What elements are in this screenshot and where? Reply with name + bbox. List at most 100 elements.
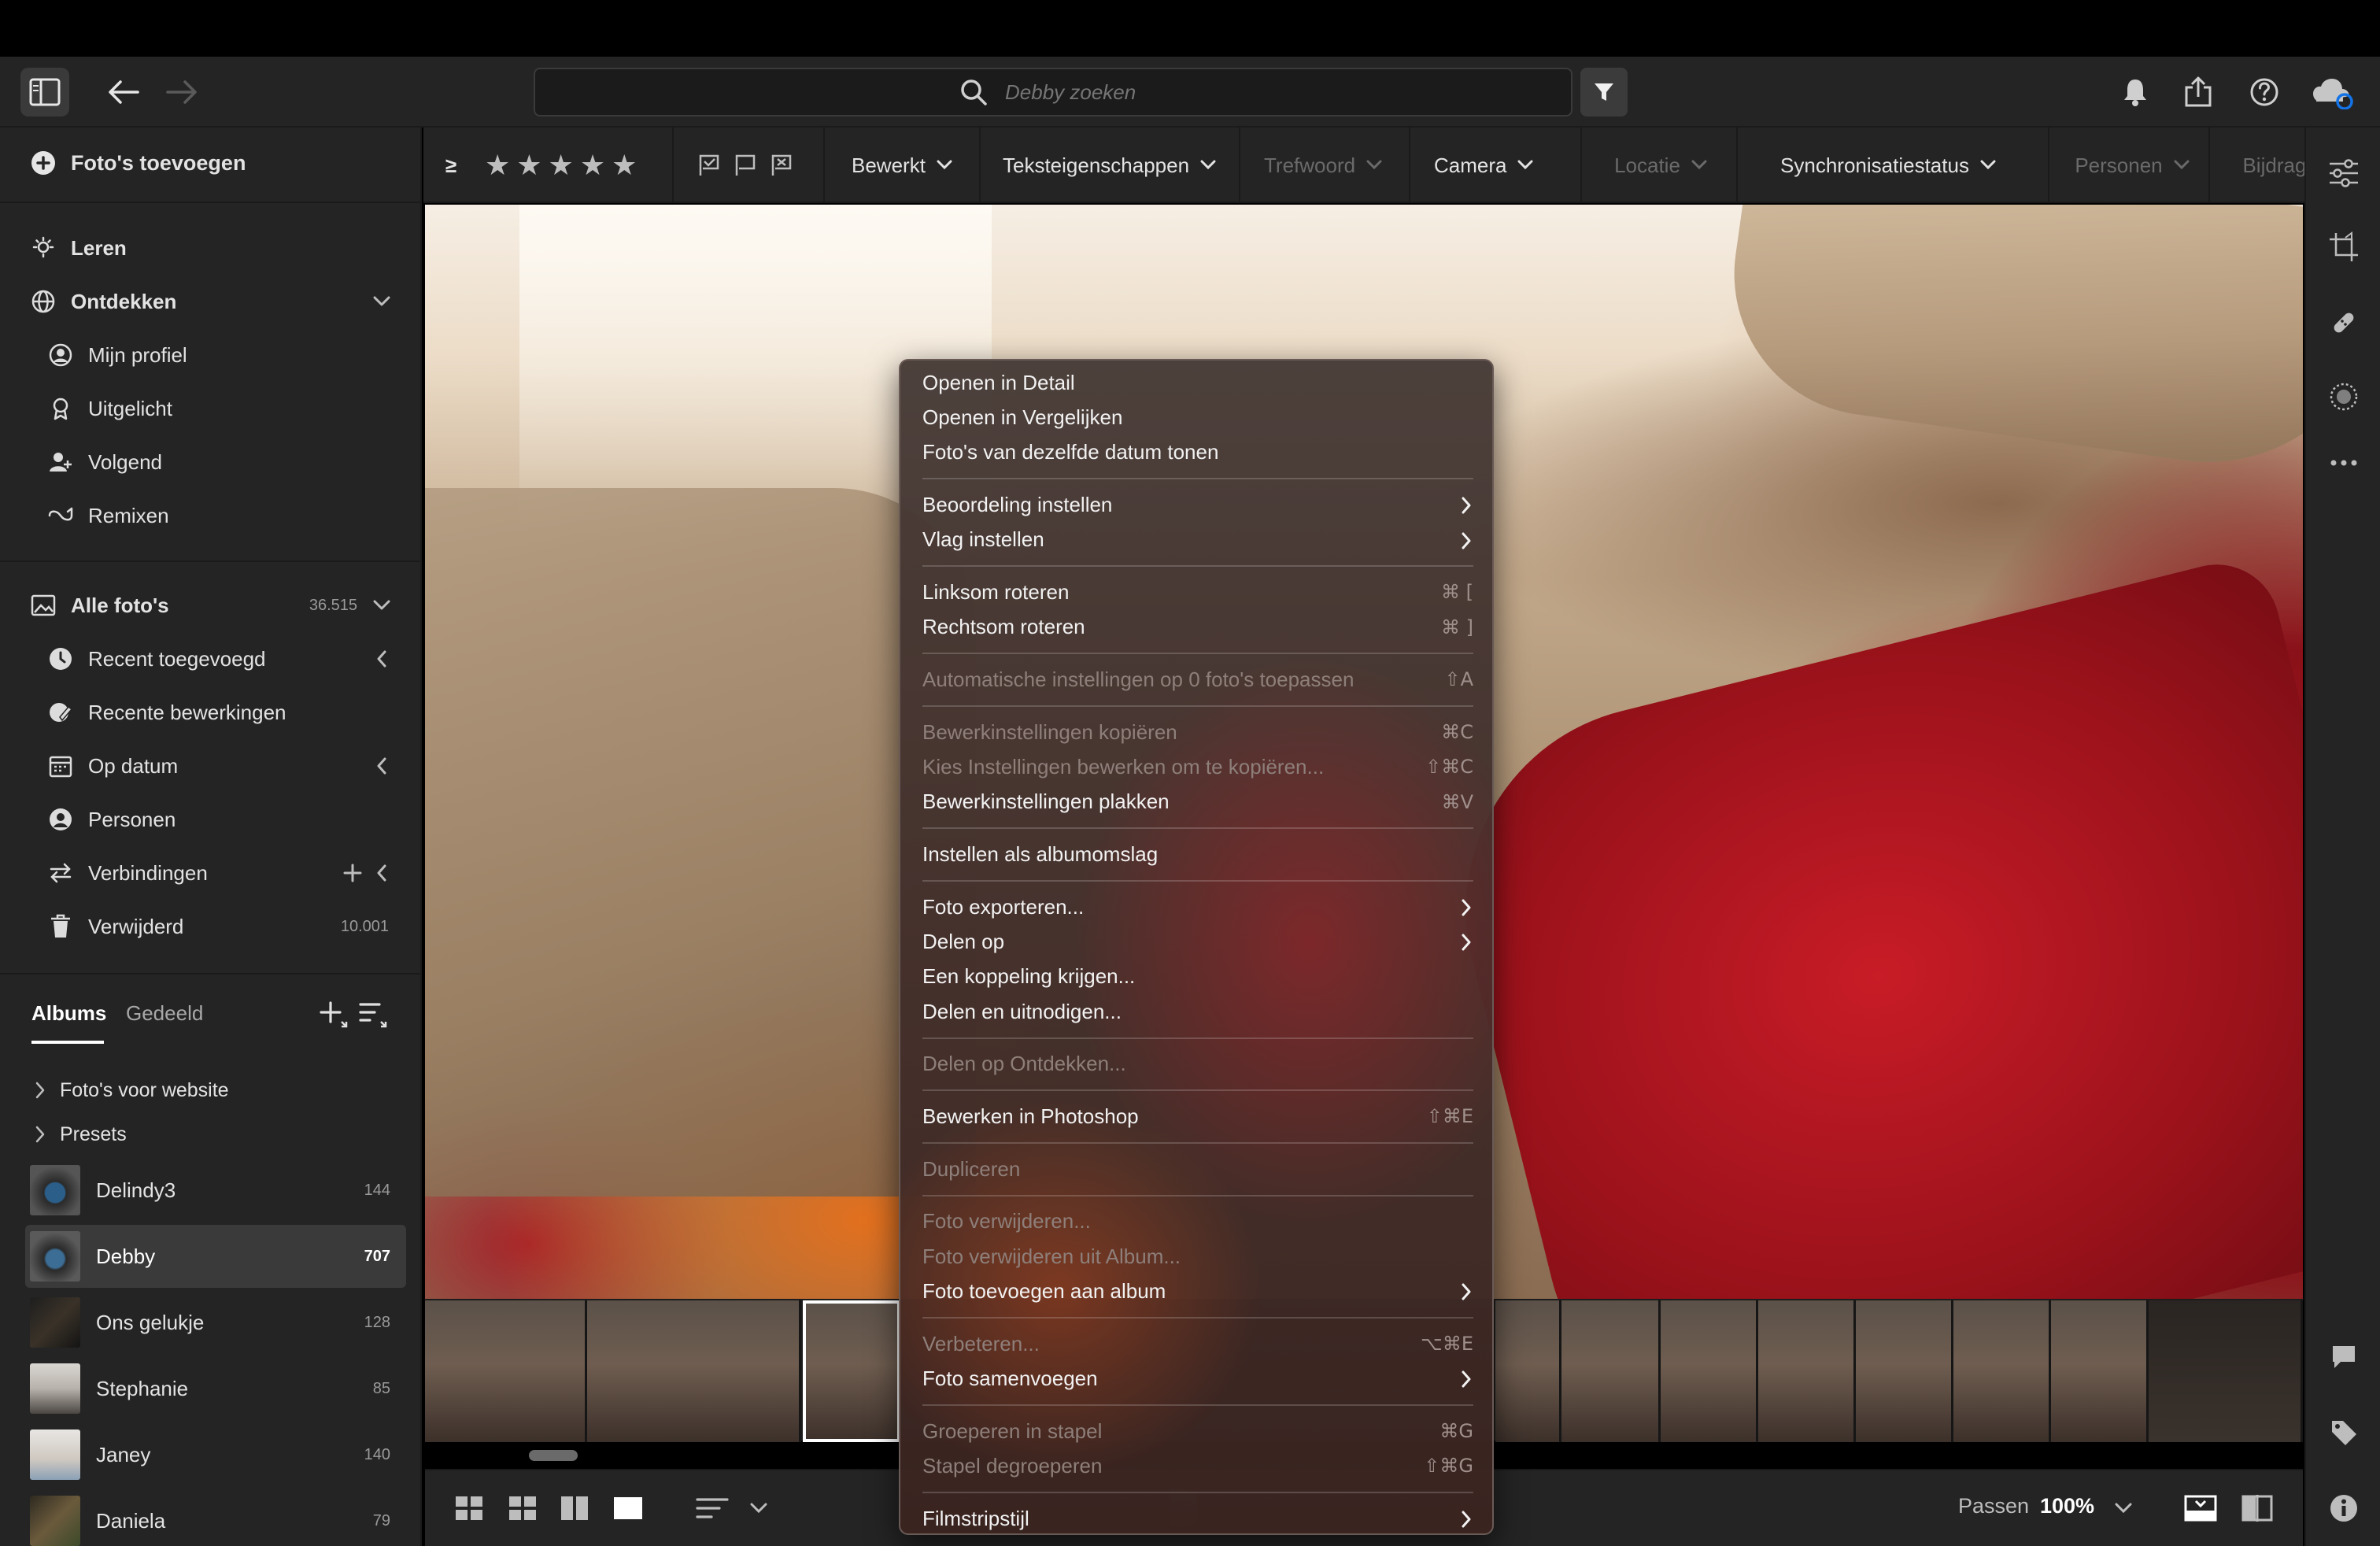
filter-camera[interactable]: Camera bbox=[1434, 128, 1533, 203]
menu-item[interactable]: Openen in Detail bbox=[922, 365, 1473, 400]
cloud-sync-button[interactable] bbox=[2308, 68, 2356, 117]
more-tools-button[interactable] bbox=[2326, 446, 2361, 480]
crop-button[interactable] bbox=[2326, 230, 2361, 264]
album-item[interactable]: Janey 140 bbox=[25, 1423, 406, 1486]
filter-people[interactable]: Personen bbox=[2051, 128, 2213, 203]
sort-dropdown[interactable] bbox=[743, 1492, 774, 1524]
plus-icon[interactable] bbox=[343, 864, 362, 882]
menu-item[interactable]: Foto exporteren... bbox=[922, 890, 1473, 924]
compare-view-button[interactable] bbox=[559, 1492, 590, 1524]
chevron-left-icon[interactable] bbox=[376, 757, 387, 775]
sidebar-item-discover[interactable]: Ontdekken bbox=[0, 276, 422, 327]
masking-button[interactable] bbox=[2326, 379, 2361, 414]
album-item[interactable]: Delindy3 144 bbox=[25, 1159, 406, 1222]
folder-item[interactable]: Presets bbox=[0, 1108, 422, 1160]
menu-item[interactable]: Delen op bbox=[922, 924, 1473, 959]
before-after-button[interactable] bbox=[2238, 1492, 2276, 1524]
chevron-left-icon[interactable] bbox=[376, 864, 387, 882]
filmstrip-scrollbar[interactable] bbox=[529, 1450, 578, 1461]
menu-item[interactable]: Beoordeling instellen bbox=[922, 487, 1473, 522]
filmstrip-thumbnail[interactable] bbox=[1953, 1300, 2051, 1442]
filter-edited[interactable]: Bewerkt bbox=[852, 128, 952, 203]
sort-button[interactable] bbox=[694, 1492, 732, 1524]
flag-picked-icon[interactable] bbox=[697, 153, 721, 177]
filmstrip-thumbnail[interactable] bbox=[587, 1300, 801, 1442]
sidebar-item-connections[interactable]: Verbindingen bbox=[0, 847, 422, 899]
menu-item[interactable]: Vlag instellen bbox=[922, 523, 1473, 557]
sidebar-item-remix[interactable]: Remixen bbox=[0, 490, 422, 542]
menu-item[interactable]: Linksom roteren ⌘ [ bbox=[922, 575, 1473, 609]
rating-operator[interactable]: ≥ bbox=[445, 128, 456, 203]
filter-keyword[interactable]: Trefwoord bbox=[1264, 128, 1382, 203]
photo-grid-view-button[interactable] bbox=[507, 1492, 538, 1524]
filmstrip-thumbnail[interactable] bbox=[2149, 1300, 2303, 1442]
chevron-right-icon[interactable] bbox=[35, 1082, 46, 1099]
chevron-right-icon[interactable] bbox=[35, 1126, 46, 1143]
menu-item[interactable]: Foto samenvoegen bbox=[922, 1361, 1473, 1396]
filmstrip-toggle-button[interactable] bbox=[2182, 1492, 2219, 1524]
chevron-down-icon[interactable] bbox=[373, 296, 390, 307]
menu-item[interactable]: Een koppeling krijgen... bbox=[922, 960, 1473, 994]
filmstrip-thumbnail[interactable] bbox=[1856, 1300, 1953, 1442]
comments-button[interactable] bbox=[2326, 1340, 2361, 1374]
share-button[interactable] bbox=[2174, 68, 2223, 117]
sidebar-item-following[interactable]: Volgend bbox=[0, 436, 422, 488]
flag-unflagged-icon[interactable] bbox=[734, 153, 757, 177]
filter-sync-status[interactable]: Synchronisatiestatus bbox=[1727, 128, 2049, 203]
filmstrip-thumbnail-selected[interactable] bbox=[803, 1300, 900, 1442]
square-grid-view-button[interactable] bbox=[453, 1492, 485, 1524]
album-item-selected[interactable]: Debby 707 bbox=[25, 1225, 406, 1288]
menu-item[interactable]: Filmstripstijl bbox=[922, 1501, 1473, 1536]
sidebar-item-recently-added[interactable]: Recent toegevoegd bbox=[0, 633, 422, 685]
tab-albums[interactable]: Albums bbox=[31, 1001, 106, 1026]
album-item[interactable]: Stephanie 85 bbox=[25, 1357, 406, 1420]
add-album-button[interactable] bbox=[320, 1000, 348, 1028]
detail-view-button[interactable] bbox=[612, 1492, 644, 1524]
flag-rejected-icon[interactable] bbox=[770, 153, 793, 177]
album-item[interactable]: Ons gelukje 128 bbox=[25, 1291, 406, 1354]
filmstrip-thumbnail[interactable] bbox=[1561, 1300, 1661, 1442]
chevron-left-icon[interactable] bbox=[376, 650, 387, 668]
help-button[interactable] bbox=[2240, 68, 2289, 117]
tab-shared[interactable]: Gedeeld bbox=[126, 1001, 203, 1026]
healing-button[interactable] bbox=[2326, 305, 2361, 340]
sidebar-item-all-photos[interactable]: Alle foto's 36.515 bbox=[0, 579, 422, 631]
filmstrip-thumbnail[interactable] bbox=[1495, 1300, 1561, 1442]
sidebar-item-learn[interactable]: Leren bbox=[0, 222, 422, 274]
sidebar-item-my-profile[interactable]: Mijn profiel bbox=[0, 329, 422, 381]
sidebar-item-deleted[interactable]: Verwijderd 10.001 bbox=[0, 901, 422, 952]
sidebar-toggle-button[interactable] bbox=[20, 68, 69, 117]
keywords-button[interactable] bbox=[2326, 1415, 2361, 1450]
zoom-dropdown[interactable] bbox=[2108, 1492, 2139, 1524]
sidebar-item-featured[interactable]: Uitgelicht bbox=[0, 383, 422, 435]
fit-label[interactable]: Passen bbox=[1958, 1494, 2029, 1518]
filmstrip-thumbnail[interactable] bbox=[2051, 1300, 2149, 1442]
filmstrip-thumbnail[interactable] bbox=[1758, 1300, 1856, 1442]
menu-item[interactable]: Rechtsom roteren ⌘ ] bbox=[922, 610, 1473, 645]
info-button[interactable] bbox=[2326, 1491, 2361, 1526]
chevron-down-icon[interactable] bbox=[373, 600, 390, 611]
sort-albums-button[interactable] bbox=[359, 1000, 387, 1028]
filmstrip-thumbnail[interactable] bbox=[425, 1300, 587, 1442]
menu-item[interactable]: Instellen als albumomslag bbox=[922, 837, 1473, 871]
search-bar[interactable] bbox=[534, 68, 1572, 117]
sidebar-item-people[interactable]: Personen bbox=[0, 793, 422, 845]
album-item[interactable]: Daniela 79 bbox=[25, 1489, 406, 1546]
search-input[interactable] bbox=[1005, 80, 1147, 105]
menu-item[interactable]: Bewerken in Photoshop ⇧⌘E bbox=[922, 1099, 1473, 1134]
sidebar-item-recent-edits[interactable]: Recente bewerkingen bbox=[0, 686, 422, 738]
notifications-button[interactable] bbox=[2111, 68, 2160, 117]
sidebar-item-by-date[interactable]: Op datum bbox=[0, 740, 422, 792]
menu-item[interactable]: Foto's van dezelfde datum tonen bbox=[922, 435, 1473, 470]
menu-item[interactable]: Bewerkinstellingen plakken ⌘V bbox=[922, 785, 1473, 819]
menu-item[interactable]: Delen en uitnodigen... bbox=[922, 994, 1473, 1029]
menu-item[interactable]: Openen in Vergelijken bbox=[922, 400, 1473, 435]
forward-button[interactable] bbox=[157, 68, 206, 117]
add-photos-button[interactable]: Foto's toevoegen bbox=[0, 137, 422, 189]
back-button[interactable] bbox=[99, 68, 148, 117]
filmstrip-thumbnail[interactable] bbox=[1661, 1300, 1758, 1442]
menu-item[interactable]: Foto toevoegen aan album bbox=[922, 1274, 1473, 1308]
rating-filter-stars[interactable]: ★★★★★ bbox=[485, 128, 643, 203]
filter-button[interactable] bbox=[1580, 68, 1628, 117]
filter-location[interactable]: Locatie bbox=[1584, 128, 1738, 203]
